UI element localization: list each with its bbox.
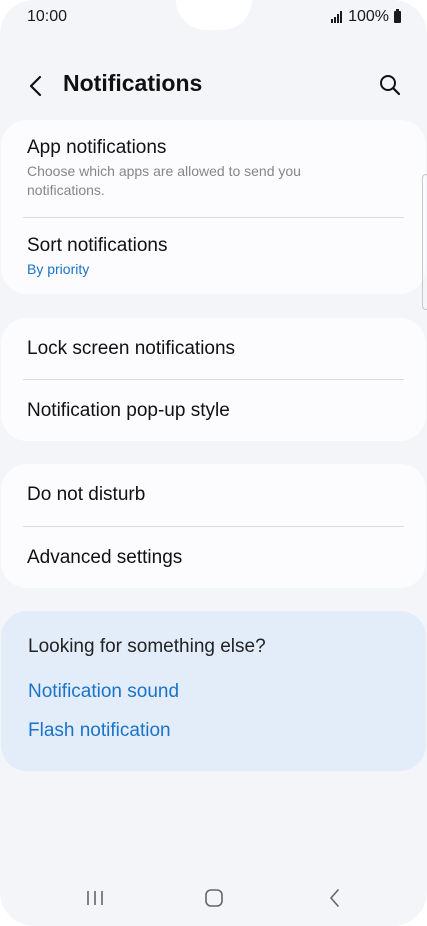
advanced-settings-title: Advanced settings: [27, 546, 183, 568]
battery-percentage: 100%: [348, 8, 389, 25]
app-notifications-item[interactable]: App notifications Choose which apps are …: [1, 120, 426, 199]
notification-popup-style-item[interactable]: Notification pop-up style: [1, 380, 426, 441]
sort-notifications-title: Sort notifications: [27, 235, 168, 256]
phone-screen: 10:00 100% Notifications App notificatio…: [0, 0, 427, 926]
search-button[interactable]: [373, 68, 407, 102]
search-icon: [380, 75, 401, 96]
sort-notifications-value: By priority: [27, 261, 90, 277]
camera-notch: [175, 0, 252, 30]
status-time: 10:00: [27, 8, 68, 25]
app-notifications-title: App notifications: [27, 137, 167, 158]
status-indicators: 100%: [331, 8, 401, 26]
suggestions-title: Looking for something else?: [28, 636, 266, 657]
scrollbar[interactable]: [422, 174, 427, 310]
chevron-left-icon: [29, 75, 42, 97]
battery-icon: [394, 9, 401, 23]
advanced-settings-item[interactable]: Advanced settings: [1, 527, 426, 588]
navigation-bar: [0, 870, 427, 926]
lock-screen-notifications-item[interactable]: Lock screen notifications: [1, 318, 426, 379]
settings-group-3: Do not disturb Advanced settings: [1, 464, 426, 588]
notification-popup-style-title: Notification pop-up style: [27, 399, 230, 421]
settings-group-1: App notifications Choose which apps are …: [1, 120, 426, 294]
nav-back-button[interactable]: [315, 884, 355, 912]
back-icon: [330, 889, 339, 907]
app-header: Notifications: [0, 62, 427, 108]
notification-sound-link[interactable]: Notification sound: [28, 681, 179, 703]
home-button[interactable]: [194, 884, 234, 912]
do-not-disturb-title: Do not disturb: [27, 484, 146, 505]
back-button[interactable]: [20, 70, 52, 102]
status-bar: 10:00 100%: [0, 0, 427, 36]
app-notifications-subtitle: Choose which apps are allowed to send yo…: [27, 163, 301, 198]
recents-button[interactable]: [75, 884, 115, 912]
settings-group-2: Lock screen notifications Notification p…: [1, 318, 426, 441]
recents-icon: [87, 891, 103, 905]
do-not-disturb-item[interactable]: Do not disturb: [1, 464, 426, 526]
flash-notification-link[interactable]: Flash notification: [28, 720, 171, 742]
page-title: Notifications: [63, 70, 203, 96]
sort-notifications-item[interactable]: Sort notifications By priority: [1, 218, 426, 293]
signal-icon: [331, 11, 343, 23]
suggestions-card: Looking for something else? Notification…: [1, 611, 426, 771]
lock-screen-notifications-title: Lock screen notifications: [27, 337, 236, 359]
home-icon: [205, 889, 223, 907]
